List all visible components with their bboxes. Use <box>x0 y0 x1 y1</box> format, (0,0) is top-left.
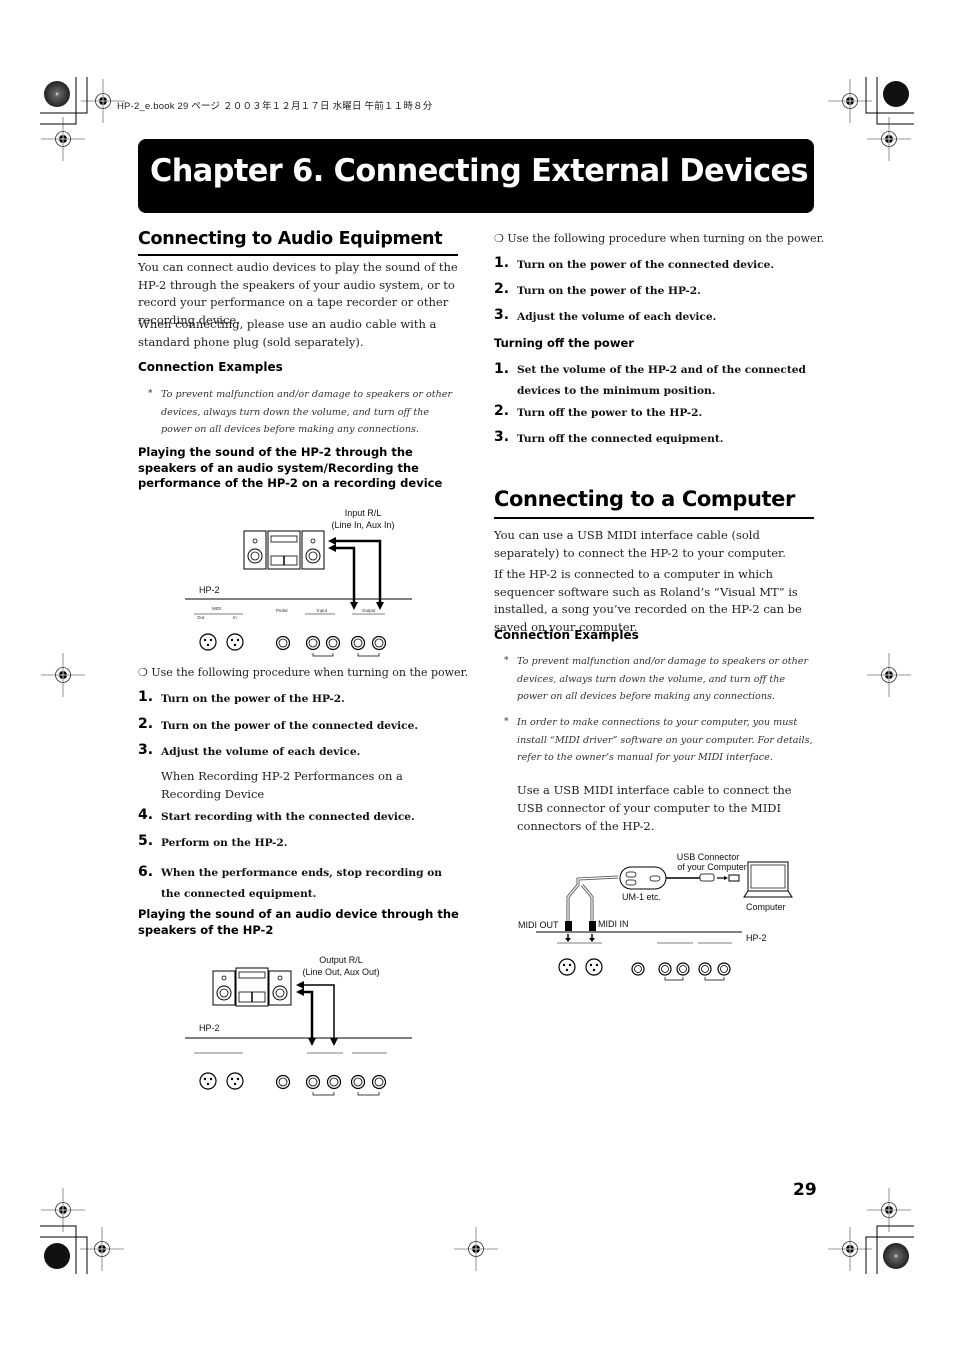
registration-mark-icon <box>40 652 86 698</box>
audio-intro-2: When connecting, please use an audio cab… <box>138 317 437 349</box>
computer-connection-illustration <box>536 861 793 981</box>
asterisk-icon: * <box>504 717 509 727</box>
section-title-audio: Connecting to Audio Equipment <box>138 229 443 249</box>
computer-intro-1: You can use a USB MIDI interface cable (… <box>494 528 786 560</box>
midi-in-jack <box>226 633 244 651</box>
chapter-title: Chapter 6. Connecting External Devices <box>150 153 809 189</box>
step-item: 2. Turn off the power to the HP-2. <box>494 403 703 419</box>
input-l-jack <box>325 635 341 651</box>
example-1-heading: Playing the sound of the HP-2 through th… <box>138 445 443 490</box>
registration-mark-icon <box>827 78 873 124</box>
step-item: 2. Turn on the power of the HP-2. <box>494 281 701 297</box>
audio-caution-note: * To prevent malfunction and/or damage t… <box>148 386 461 439</box>
note-text: To prevent malfunction and/or damage to … <box>161 389 453 435</box>
step-item: 1. Set the volume of the HP-2 and of the … <box>494 361 806 397</box>
section-rule <box>494 517 814 519</box>
step-item: 4. Start recording with the connected dev… <box>138 807 415 823</box>
audio-examples-heading: Connection Examples <box>138 360 283 374</box>
color-target-icon <box>883 1243 909 1269</box>
procedure-intro-1: ❍ Use the following procedure when turni… <box>138 666 469 679</box>
registration-mark-icon <box>453 1226 499 1272</box>
chapter-banner: Chapter 6. Connecting External Devices <box>138 139 814 213</box>
color-target-icon <box>883 81 909 107</box>
laptop-icon <box>743 861 793 898</box>
registration-mark-icon <box>40 1187 86 1233</box>
recording-note: When Recording HP-2 Performances on a Re… <box>161 769 403 801</box>
computer-intro-2: If the HP-2 is connected to a computer i… <box>494 567 802 634</box>
power-off-heading: Turning off the power <box>494 336 634 350</box>
panel-label-pedal: Pedal <box>276 608 288 613</box>
cable-r <box>332 546 356 605</box>
registration-mark-icon <box>866 652 912 698</box>
step-item: 3. Adjust the volume of each device. <box>494 307 717 323</box>
usb-port <box>728 874 740 882</box>
panel-label-in: In <box>233 615 237 620</box>
color-target-icon <box>44 81 70 107</box>
output-r-jack <box>350 635 366 651</box>
diagram-computer: USB Connector of your Computer UM-1 etc.… <box>510 845 800 985</box>
step-item: 1. Turn on the power of the HP-2. <box>138 689 345 705</box>
procedure-intro-2: ❍ Use the following procedure when turni… <box>494 232 825 245</box>
computer-driver-note: * In order to make connections to your c… <box>504 714 817 767</box>
example-2-heading: Playing the sound of an audio device thr… <box>138 907 459 937</box>
computer-instruction: Use a USB MIDI interface cable to connec… <box>517 783 792 833</box>
usb-midi-interface <box>619 866 667 890</box>
audio-system-illustration <box>185 967 412 1096</box>
computer-caution-note: * To prevent malfunction and/or damage t… <box>504 653 817 706</box>
step-item: 3. Turn off the connected equipment. <box>494 429 724 445</box>
diagram-audio-input: Output R/L (Line Out, Aux Out) HP-2 <box>180 950 420 1100</box>
step-item: 2. Turn on the power of the connected dev… <box>138 716 419 732</box>
section-rule <box>138 254 458 256</box>
panel-label-midi: MIDI <box>212 606 222 611</box>
step-item: 1. Turn on the power of the connected dev… <box>494 255 775 271</box>
step-item: 6. When the performance ends, stop record… <box>138 864 442 900</box>
pedal-jack <box>275 635 291 651</box>
panel-label-input: Input <box>317 608 328 613</box>
panel-label-out: Out <box>197 615 205 620</box>
print-slug: HP-2_e.book 29 ページ ２００３年１２月１７日 水曜日 午前１１時… <box>117 101 433 112</box>
registration-mark-icon <box>866 1187 912 1233</box>
cable-l <box>332 539 382 605</box>
asterisk-icon: * <box>504 656 509 666</box>
input-r-jack <box>305 635 321 651</box>
output-l-jack <box>371 635 387 651</box>
page-number: 29 <box>793 1180 817 1200</box>
step-item: 5. Perform on the HP-2. <box>138 833 288 849</box>
midi-out-jack <box>199 633 217 651</box>
audio-system-illustration <box>185 530 412 657</box>
color-target-icon <box>44 1243 70 1269</box>
section-title-computer: Connecting to a Computer <box>494 487 795 511</box>
computer-examples-heading: Connection Examples <box>494 628 639 642</box>
asterisk-icon: * <box>148 389 153 399</box>
panel-label-output: Output <box>362 608 376 613</box>
registration-mark-icon <box>827 1226 873 1272</box>
diagram-audio-output: Input R/L (Line In, Aux In) HP-2 MIDI Ou… <box>180 500 420 665</box>
step-item: 3. Adjust the volume of each device. <box>138 742 361 758</box>
